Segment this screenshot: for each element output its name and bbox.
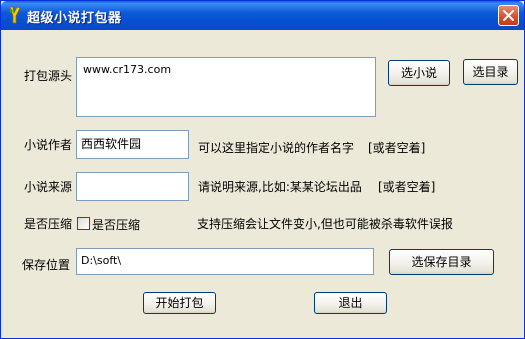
origin-input[interactable] <box>76 172 189 201</box>
compress-hint: 支持压缩会让文件变小,但也可能被杀毒软件误报 <box>197 217 453 231</box>
window-title: 超级小说打包器 <box>27 11 122 26</box>
compress-label: 是否压缩 <box>24 217 73 231</box>
form-area: 打包源头 www.cr173.com 选小说 选目录 小说作者 西西软件园 可以… <box>4 30 521 335</box>
origin-label: 小说来源 <box>24 180 73 194</box>
start-pack-button-label: 开始打包 <box>155 296 204 310</box>
title-bar[interactable]: 超级小说打包器 <box>1 1 524 30</box>
save-location-input[interactable]: D:\soft\ <box>76 248 374 275</box>
select-save-directory-button[interactable]: 选保存目录 <box>389 249 494 275</box>
source-textarea[interactable]: www.cr173.com <box>76 57 376 117</box>
select-directory-button-label: 选目录 <box>472 65 509 79</box>
origin-hint: 请说明来源,比如:某某论坛出品 <box>198 180 362 194</box>
start-pack-button[interactable]: 开始打包 <box>143 292 216 314</box>
compress-checkbox[interactable] <box>77 217 90 230</box>
exit-button[interactable]: 退出 <box>314 292 387 314</box>
exit-button-label: 退出 <box>338 296 363 310</box>
app-icon <box>7 6 21 24</box>
select-directory-button[interactable]: 选目录 <box>463 59 518 85</box>
close-icon <box>503 10 514 21</box>
source-label: 打包源头 <box>24 69 73 83</box>
close-button[interactable] <box>498 5 519 26</box>
select-novel-button-label: 选小说 <box>400 66 437 80</box>
author-hint-optional: [或者空着] <box>368 141 426 155</box>
app-window: 超级小说打包器 打包源头 www.cr173.com 选小说 选目录 小说作者 … <box>0 0 525 339</box>
author-hint: 可以这里指定小说的作者名字 <box>198 141 355 155</box>
origin-hint-optional: [或者空着] <box>378 180 436 194</box>
author-input[interactable]: 西西软件园 <box>76 130 189 159</box>
compress-checkbox-label[interactable]: 是否压缩 <box>92 216 140 233</box>
author-label: 小说作者 <box>24 138 73 152</box>
select-save-directory-button-label: 选保存目录 <box>411 255 472 269</box>
save-location-label: 保存位置 <box>22 258 71 272</box>
select-novel-button[interactable]: 选小说 <box>388 60 450 86</box>
